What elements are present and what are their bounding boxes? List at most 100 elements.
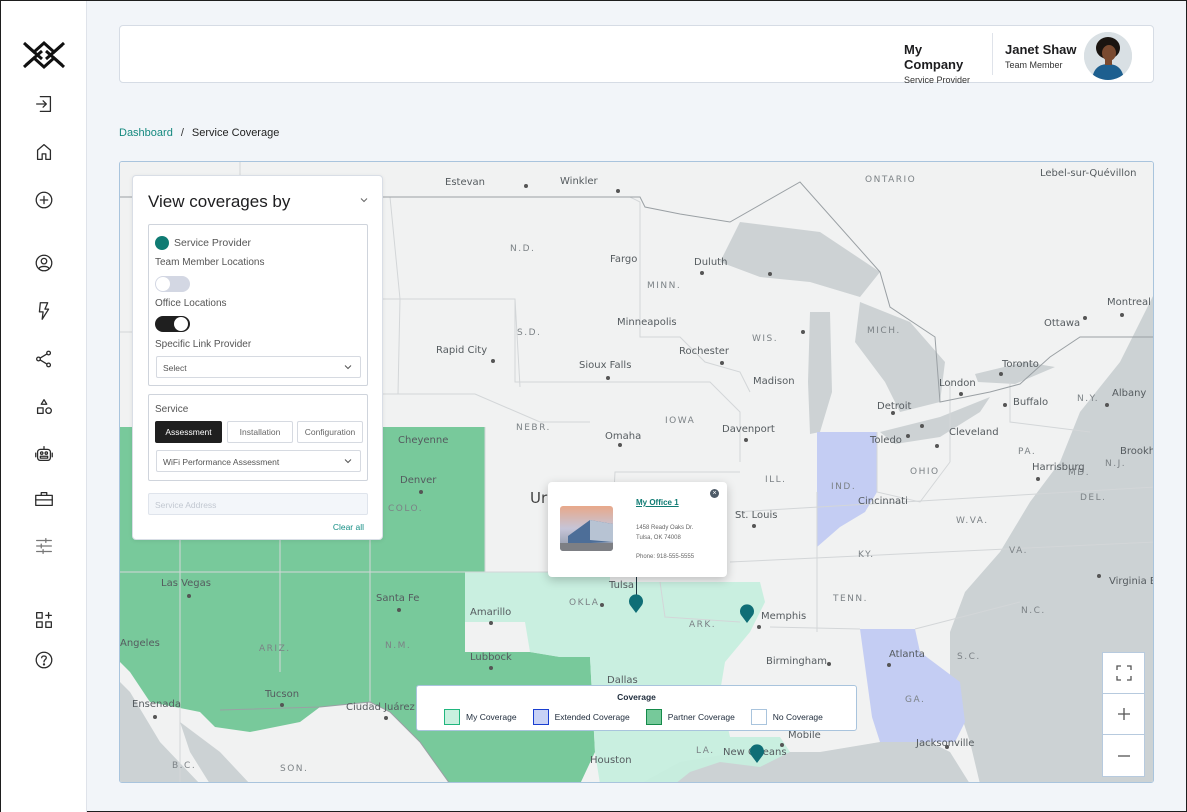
legend-item-extended-coverage: Extended Coverage <box>532 709 630 725</box>
state-label: B.C. <box>172 761 197 771</box>
service-tab-assessment[interactable]: Assessment <box>155 421 222 443</box>
city-dot <box>700 271 704 275</box>
city-label: Buffalo <box>1013 397 1049 408</box>
state-label: MICH. <box>867 326 901 336</box>
toolbox-icon[interactable] <box>32 487 56 511</box>
breadcrumb-dashboard-link[interactable]: Dashboard <box>119 127 173 139</box>
city-label: Virginia Beach <box>1109 576 1153 587</box>
office-pin-icon[interactable] <box>739 603 755 623</box>
city-label: Amarillo <box>470 607 512 618</box>
service-provider-row[interactable]: Service Provider <box>155 236 251 250</box>
provider-color-dot <box>155 236 169 250</box>
office-photo <box>560 506 613 551</box>
team-member-locations-toggle[interactable] <box>155 276 190 292</box>
city-label: Santa Fe <box>376 593 420 604</box>
office-name-link[interactable]: My Office 1 <box>636 498 679 507</box>
panel-title: View coverages by <box>148 192 291 211</box>
city-label: London <box>939 378 976 389</box>
city-dot <box>768 272 772 276</box>
link-provider-select[interactable]: Select <box>156 356 361 378</box>
user-info[interactable]: Janet Shaw Team Member <box>1005 42 1077 70</box>
address-line-1: 1458 Ready Oaks Dr. <box>636 525 694 531</box>
sliders-icon[interactable] <box>32 534 56 558</box>
city-dot <box>920 424 924 428</box>
add-widget-icon[interactable] <box>32 608 56 632</box>
city-label: Montreal <box>1107 297 1151 308</box>
city-dot <box>757 625 761 629</box>
legend-label: Extended Coverage <box>554 712 630 722</box>
login-icon[interactable] <box>32 92 56 116</box>
zoom-out-button[interactable] <box>1103 735 1144 776</box>
chevron-down-icon <box>344 459 352 464</box>
provider-filter-group: Service Provider Team Member Locations O… <box>148 224 368 386</box>
state-label: DEL. <box>1080 493 1107 503</box>
legend-item-my-coverage: My Coverage <box>444 709 517 725</box>
state-label: OHIO <box>910 467 940 477</box>
city-dot <box>801 330 805 334</box>
state-label: LA. <box>696 746 715 756</box>
service-type-select[interactable]: WiFi Performance Assessment <box>156 450 361 472</box>
city-dot <box>419 490 423 494</box>
city-label: Detroit <box>877 401 912 412</box>
city-label: Duluth <box>694 257 728 268</box>
state-label: WIS. <box>752 334 779 344</box>
city-dot <box>906 434 910 438</box>
city-label: Tulsa <box>609 580 635 591</box>
city-dot <box>489 666 493 670</box>
legend-swatch <box>645 709 662 725</box>
link-provider-value: Select <box>163 363 187 373</box>
state-label: ONTARIO <box>865 175 917 185</box>
collapse-chevron-icon[interactable] <box>358 194 370 206</box>
city-label: Birmingham <box>766 656 827 667</box>
help-icon[interactable] <box>32 648 56 672</box>
office-pin-icon[interactable] <box>628 593 644 613</box>
legend-item-no-coverage: No Coverage <box>750 709 823 725</box>
city-label: Omaha <box>605 431 642 442</box>
coverage-map[interactable]: N.D. MINN. S.D. NEBR. IOWA WIS. MICH. IL… <box>119 161 1154 783</box>
city-label: Houston <box>590 755 632 766</box>
sidebar <box>1 1 87 812</box>
clear-all-link[interactable]: Clear all <box>333 522 364 532</box>
user-profile-icon[interactable] <box>32 251 56 275</box>
state-label: NEBR. <box>516 423 551 433</box>
office-phone: Phone: 918-555-5555 <box>636 554 695 560</box>
office-pin-icon[interactable] <box>749 743 765 763</box>
zoom-out-icon <box>1117 754 1130 757</box>
legend-title: Coverage <box>617 692 656 702</box>
city-label: Angeles <box>120 638 160 649</box>
share-icon[interactable] <box>32 347 56 371</box>
robot-icon[interactable] <box>32 442 56 466</box>
service-tab-installation[interactable]: Installation <box>227 421 293 443</box>
link-provider-label: Specific Link Provider <box>155 339 252 350</box>
breadcrumb: Dashboard / Service Coverage <box>119 127 279 139</box>
zoom-in-button[interactable] <box>1103 694 1144 735</box>
state-label: GA. <box>905 695 926 705</box>
city-label: Cheyenne <box>398 435 449 446</box>
add-circle-icon[interactable] <box>32 188 56 212</box>
city-dot <box>887 663 891 667</box>
legend-item-partner-coverage: Partner Coverage <box>645 709 735 725</box>
legend-label: Partner Coverage <box>667 712 735 722</box>
city-label: Albany <box>1112 388 1147 399</box>
user-role: Team Member <box>1005 60 1063 70</box>
city-dot <box>524 184 528 188</box>
service-tab-configuration[interactable]: Configuration <box>297 421 363 443</box>
city-dot <box>187 594 191 598</box>
lightning-icon[interactable] <box>32 299 56 323</box>
avatar[interactable] <box>1084 32 1132 80</box>
city-dot <box>827 662 831 666</box>
city-dot <box>606 376 610 380</box>
city-label: Denver <box>400 475 437 486</box>
brand-logo-icon[interactable] <box>22 39 66 71</box>
service-address-input[interactable]: Service Address <box>148 493 368 515</box>
shapes-icon[interactable] <box>32 395 56 419</box>
fullscreen-button[interactable] <box>1103 653 1144 694</box>
city-dot <box>491 359 495 363</box>
company-info: My Company Service Provider <box>904 42 981 85</box>
city-dot <box>153 715 157 719</box>
office-locations-toggle[interactable] <box>155 316 190 332</box>
close-icon[interactable]: × <box>710 489 719 498</box>
city-label: Memphis <box>761 611 807 622</box>
city-label: Winkler <box>560 176 598 187</box>
home-icon[interactable] <box>32 140 56 164</box>
